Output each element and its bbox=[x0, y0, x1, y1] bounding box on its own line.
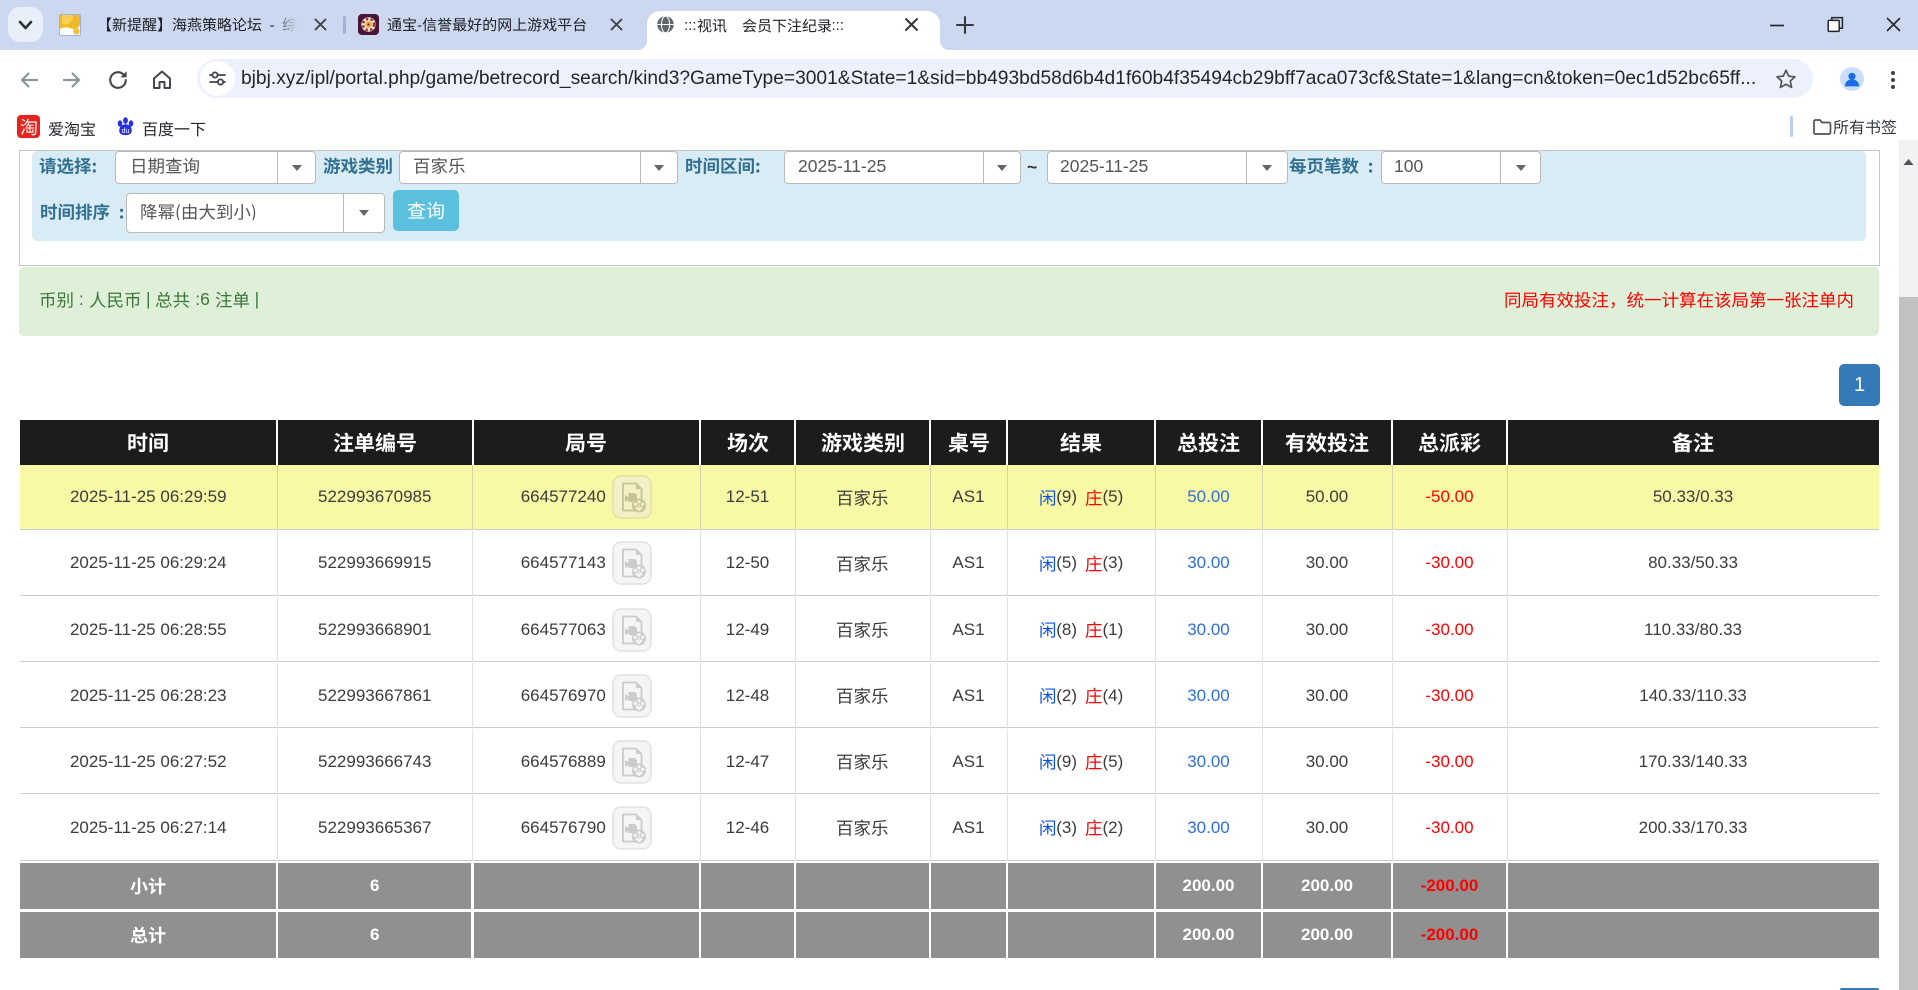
svg-text:du: du bbox=[122, 128, 130, 135]
